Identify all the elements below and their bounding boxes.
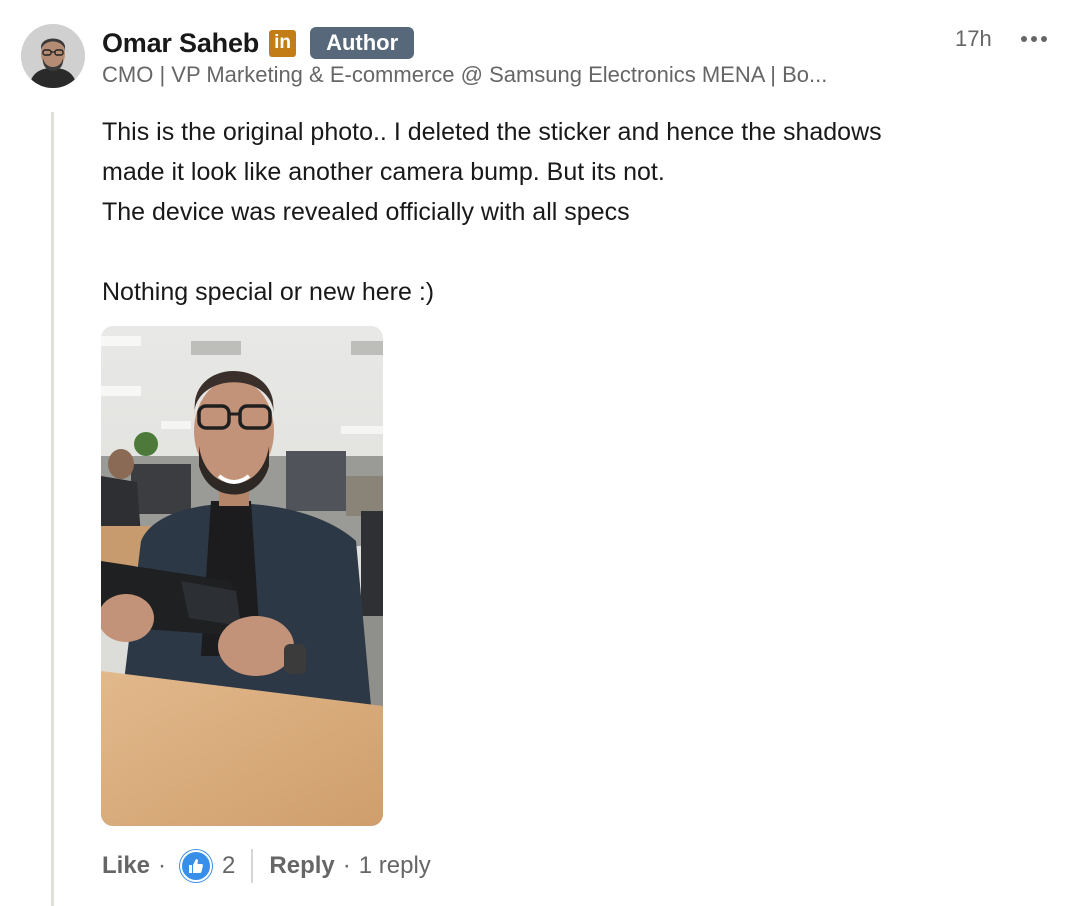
- comment-body: This is the original photo.. I deleted t…: [102, 112, 1042, 312]
- author-name[interactable]: Omar Saheb: [102, 28, 259, 59]
- ellipsis-icon: [1031, 36, 1037, 42]
- separator-dot: ·: [158, 852, 167, 879]
- reply-button[interactable]: Reply: [269, 852, 334, 880]
- comment-text-line: Nothing special or new here :): [102, 278, 435, 306]
- comment-text-line: [102, 232, 1042, 272]
- comment-text-line: The device was revealed officially with …: [102, 198, 630, 226]
- reply-count[interactable]: 1 reply: [359, 852, 431, 880]
- thread-line: [51, 112, 54, 906]
- ellipsis-icon: [1021, 36, 1027, 42]
- separator-dot: ·: [342, 852, 351, 879]
- divider: [251, 849, 254, 883]
- comment-text-line: This is the original photo.. I deleted t…: [102, 118, 882, 146]
- avatar[interactable]: [21, 24, 85, 88]
- photo-illustration: [101, 326, 383, 826]
- author-badge: Author: [310, 27, 415, 59]
- comment-timestamp: 17h: [955, 26, 992, 51]
- comment-header: Omar Saheb in Author: [102, 26, 415, 60]
- like-button[interactable]: Like: [102, 852, 150, 880]
- ellipsis-icon: [1041, 36, 1047, 42]
- more-options-button[interactable]: [1014, 22, 1054, 56]
- comment-actions: Like · 2 Reply · 1 reply: [102, 846, 431, 886]
- author-headline: CMO | VP Marketing & E-commerce @ Samsun…: [102, 62, 828, 87]
- comment-text-line: made it look like another camera bump. B…: [102, 158, 665, 186]
- comment-image[interactable]: [101, 326, 383, 826]
- thumbs-up-icon[interactable]: [180, 850, 213, 882]
- linkedin-icon: in: [269, 29, 297, 57]
- reaction-count[interactable]: 2: [222, 852, 235, 880]
- avatar-photo: [21, 24, 85, 88]
